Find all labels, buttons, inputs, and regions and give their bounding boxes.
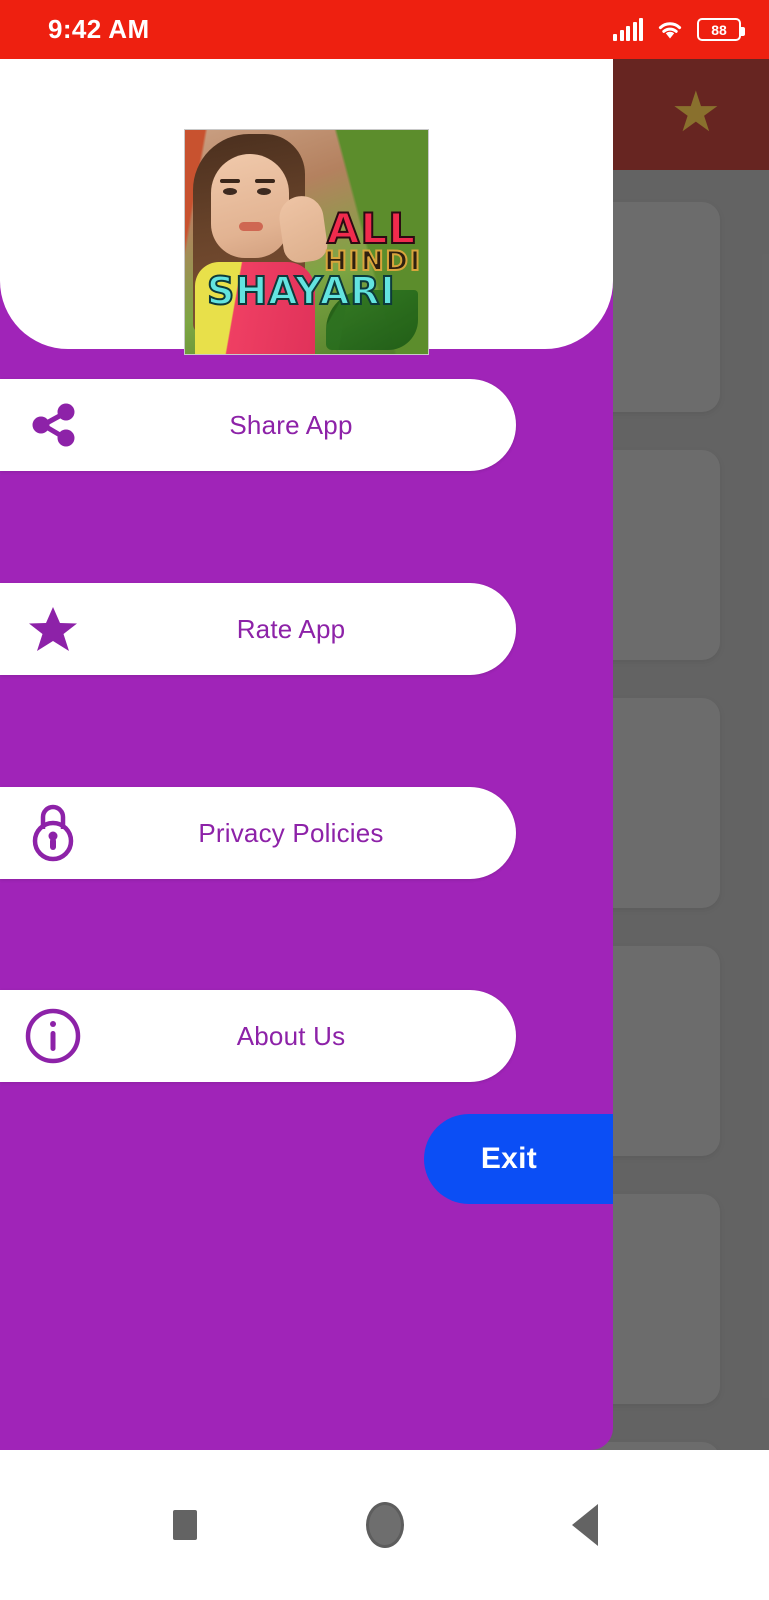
exit-button-label: Exit bbox=[480, 1142, 538, 1175]
logo-arm bbox=[276, 193, 330, 265]
logo-eye-left bbox=[223, 188, 237, 195]
status-bar-clock: 9:42 AM bbox=[48, 14, 150, 44]
logo-face bbox=[211, 154, 289, 258]
phone-screen: ★ Shayari ...wafa ...ayari THDAY ...Wish… bbox=[0, 0, 769, 1600]
drawer-item-label: Privacy Policies bbox=[198, 817, 384, 848]
triangle-left-icon bbox=[571, 1504, 598, 1546]
logo-text-all: ALL bbox=[326, 204, 416, 253]
share-icon bbox=[0, 399, 106, 451]
drawer-item-label: About Us bbox=[236, 1020, 346, 1051]
drawer-item-rate-app[interactable]: Rate App bbox=[0, 583, 516, 675]
drawer-item-label: Rate App bbox=[236, 613, 346, 644]
drawer-item-share-app[interactable]: Share App bbox=[0, 379, 516, 471]
star-icon bbox=[0, 602, 106, 656]
lock-icon bbox=[0, 803, 106, 863]
logo-lips bbox=[239, 222, 263, 231]
drawer-item-privacy-policies[interactable]: Privacy Policies bbox=[0, 787, 516, 879]
app-logo-image: ALL HINDI SHAYARI bbox=[184, 129, 429, 355]
signal-bars-icon bbox=[613, 17, 643, 41]
logo-eye-right bbox=[257, 188, 271, 195]
logo-text-shayari: SHAYARI bbox=[206, 269, 396, 313]
navigation-drawer: ALL HINDI SHAYARI Share App Rate App Pri… bbox=[0, 59, 613, 1450]
logo-brow-left bbox=[220, 179, 240, 183]
wifi-icon bbox=[657, 19, 683, 41]
logo-brow-right bbox=[255, 179, 275, 183]
recents-button[interactable] bbox=[85, 1510, 285, 1540]
drawer-item-label: Share App bbox=[229, 409, 353, 440]
exit-button[interactable]: Exit bbox=[424, 1114, 613, 1204]
drawer-item-about-us[interactable]: About Us bbox=[0, 990, 516, 1082]
status-bar-icons: 88 bbox=[613, 17, 745, 41]
system-navigation-bar bbox=[0, 1450, 769, 1600]
back-button[interactable] bbox=[485, 1504, 685, 1546]
home-button[interactable] bbox=[285, 1502, 485, 1548]
battery-level-label: 88 bbox=[711, 21, 727, 38]
circle-icon bbox=[365, 1502, 404, 1548]
status-bar: 9:42 AM 88 bbox=[0, 0, 769, 59]
square-icon bbox=[172, 1510, 197, 1540]
info-icon bbox=[0, 1007, 106, 1065]
battery-icon: 88 bbox=[697, 18, 745, 41]
